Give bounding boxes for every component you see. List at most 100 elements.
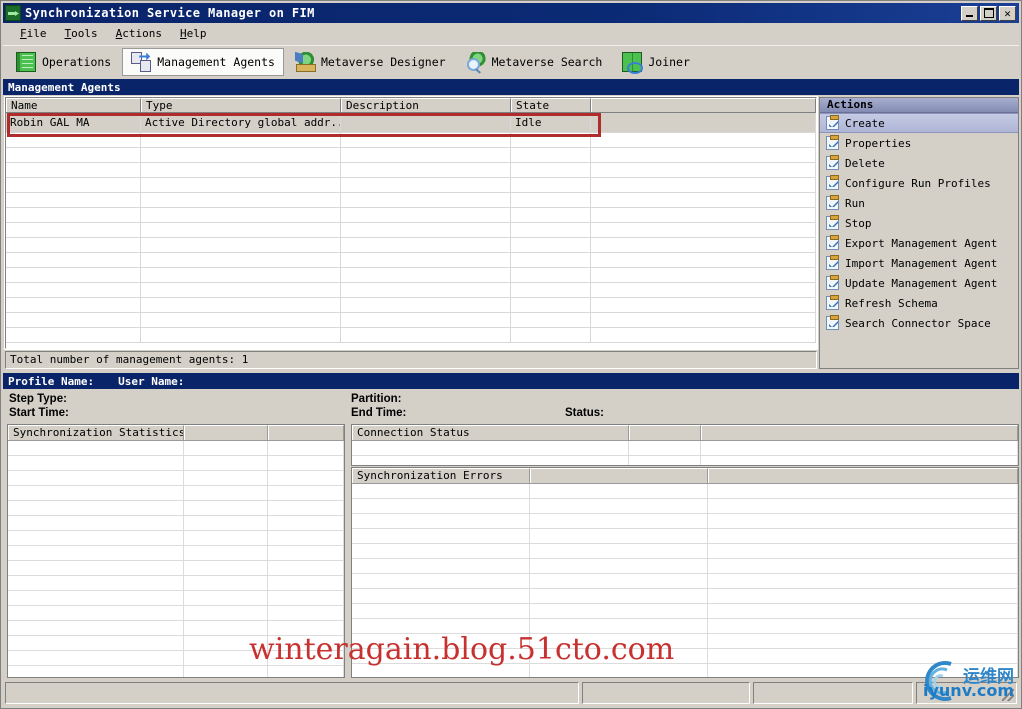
statistics-row[interactable] [8, 621, 344, 636]
resize-grip-icon[interactable] [1002, 689, 1014, 701]
statistics-row[interactable] [8, 636, 344, 651]
statistics-row[interactable] [8, 546, 344, 561]
errors-row[interactable] [352, 649, 1018, 664]
tab-operations[interactable]: Operations [7, 48, 120, 76]
grid-cell [8, 486, 184, 500]
statistics-header-row: Synchronization Statistics [8, 425, 344, 441]
errors-row[interactable] [352, 529, 1018, 544]
connection-column-2[interactable] [629, 425, 701, 440]
table-empty-row[interactable] [6, 193, 816, 208]
table-empty-row[interactable] [6, 148, 816, 163]
column-header-filler[interactable] [591, 98, 816, 112]
table-empty-row[interactable] [6, 283, 816, 298]
grid-cell [8, 501, 184, 515]
grid-cell [184, 456, 268, 470]
statistics-column-2[interactable] [184, 425, 268, 440]
statistics-column-3[interactable] [268, 425, 344, 440]
statistics-row[interactable] [8, 456, 344, 471]
connection-row[interactable] [352, 441, 1018, 456]
statistics-row[interactable] [8, 561, 344, 576]
column-header-type[interactable]: Type [141, 98, 341, 112]
action-item-search-connector-space[interactable]: Search Connector Space [820, 313, 1018, 333]
empty-cell [6, 223, 141, 237]
action-item-configure-run-profiles[interactable]: Configure Run Profiles [820, 173, 1018, 193]
action-item-properties[interactable]: Properties [820, 133, 1018, 153]
errors-row[interactable] [352, 664, 1018, 677]
maximize-button[interactable] [980, 5, 997, 21]
action-item-run[interactable]: Run [820, 193, 1018, 213]
table-empty-row[interactable] [6, 178, 816, 193]
table-empty-row[interactable] [6, 298, 816, 313]
statistics-row[interactable] [8, 531, 344, 546]
table-empty-row[interactable] [6, 253, 816, 268]
errors-row[interactable] [352, 559, 1018, 574]
column-header-name[interactable]: Name [6, 98, 141, 112]
empty-cell [591, 268, 816, 282]
statistics-row[interactable] [8, 441, 344, 456]
empty-cell [141, 193, 341, 207]
action-item-update-management-agent[interactable]: Update Management Agent [820, 273, 1018, 293]
action-item-stop[interactable]: Stop [820, 213, 1018, 233]
table-empty-row[interactable] [6, 163, 816, 178]
statistics-row[interactable] [8, 606, 344, 621]
connection-row[interactable] [352, 456, 1018, 465]
minimize-button[interactable] [961, 5, 978, 21]
errors-row[interactable] [352, 544, 1018, 559]
table-empty-row[interactable] [6, 268, 816, 283]
action-item-label: Import Management Agent [845, 256, 998, 270]
close-button[interactable]: ✕ [999, 5, 1016, 21]
errors-row[interactable] [352, 634, 1018, 649]
menu-item-tools[interactable]: Tools [56, 25, 107, 42]
statistics-row[interactable] [8, 666, 344, 677]
table-empty-row[interactable] [6, 208, 816, 223]
table-empty-row[interactable] [6, 238, 816, 253]
errors-row[interactable] [352, 589, 1018, 604]
errors-row[interactable] [352, 499, 1018, 514]
action-item-export-management-agent[interactable]: Export Management Agent [820, 233, 1018, 253]
statistics-row[interactable] [8, 576, 344, 591]
statistics-row[interactable] [8, 471, 344, 486]
action-item-import-management-agent[interactable]: Import Management Agent [820, 253, 1018, 273]
statistics-row[interactable] [8, 651, 344, 666]
table-row[interactable]: Robin GAL MA Active Directory global add… [6, 113, 816, 133]
clipboard-icon [826, 155, 839, 170]
tab-metaverse-search[interactable]: Metaverse Search [457, 48, 612, 76]
errors-column-header[interactable]: Synchronization Errors [352, 468, 530, 483]
statistics-row[interactable] [8, 516, 344, 531]
errors-row[interactable] [352, 619, 1018, 634]
table-empty-row[interactable] [6, 328, 816, 343]
empty-cell [341, 133, 511, 147]
table-empty-row[interactable] [6, 223, 816, 238]
tab-management-agents[interactable]: Management Agents [122, 47, 284, 76]
menu-item-help[interactable]: Help [171, 25, 216, 42]
errors-row[interactable] [352, 514, 1018, 529]
errors-row[interactable] [352, 604, 1018, 619]
statistics-row[interactable] [8, 501, 344, 516]
table-empty-row[interactable] [6, 313, 816, 328]
statistics-row[interactable] [8, 591, 344, 606]
statistics-row[interactable] [8, 486, 344, 501]
menu-item-actions[interactable]: Actions [107, 25, 171, 42]
column-header-state[interactable]: State [511, 98, 591, 112]
empty-cell [141, 238, 341, 252]
connection-column-3[interactable] [701, 425, 1018, 440]
action-item-refresh-schema[interactable]: Refresh Schema [820, 293, 1018, 313]
table-header-row: Name Type Description State [6, 98, 816, 113]
errors-column-3[interactable] [708, 468, 1018, 483]
menu-item-file[interactable]: File [11, 25, 56, 42]
errors-row[interactable] [352, 574, 1018, 589]
clipboard-icon [826, 215, 839, 230]
errors-row[interactable] [352, 484, 1018, 499]
status-label: Status: [565, 407, 604, 419]
connection-column-header[interactable]: Connection Status [352, 425, 629, 440]
action-item-create[interactable]: Create [820, 113, 1018, 133]
table-empty-row[interactable] [6, 133, 816, 148]
grid-cell [352, 664, 530, 677]
tab-metaverse-designer[interactable]: Metaverse Designer [286, 48, 455, 76]
statistics-column-header[interactable]: Synchronization Statistics [8, 425, 184, 440]
empty-cell [6, 208, 141, 222]
column-header-description[interactable]: Description [341, 98, 511, 112]
action-item-delete[interactable]: Delete [820, 153, 1018, 173]
tab-joiner[interactable]: Joiner [613, 48, 699, 76]
errors-column-2[interactable] [530, 468, 708, 483]
